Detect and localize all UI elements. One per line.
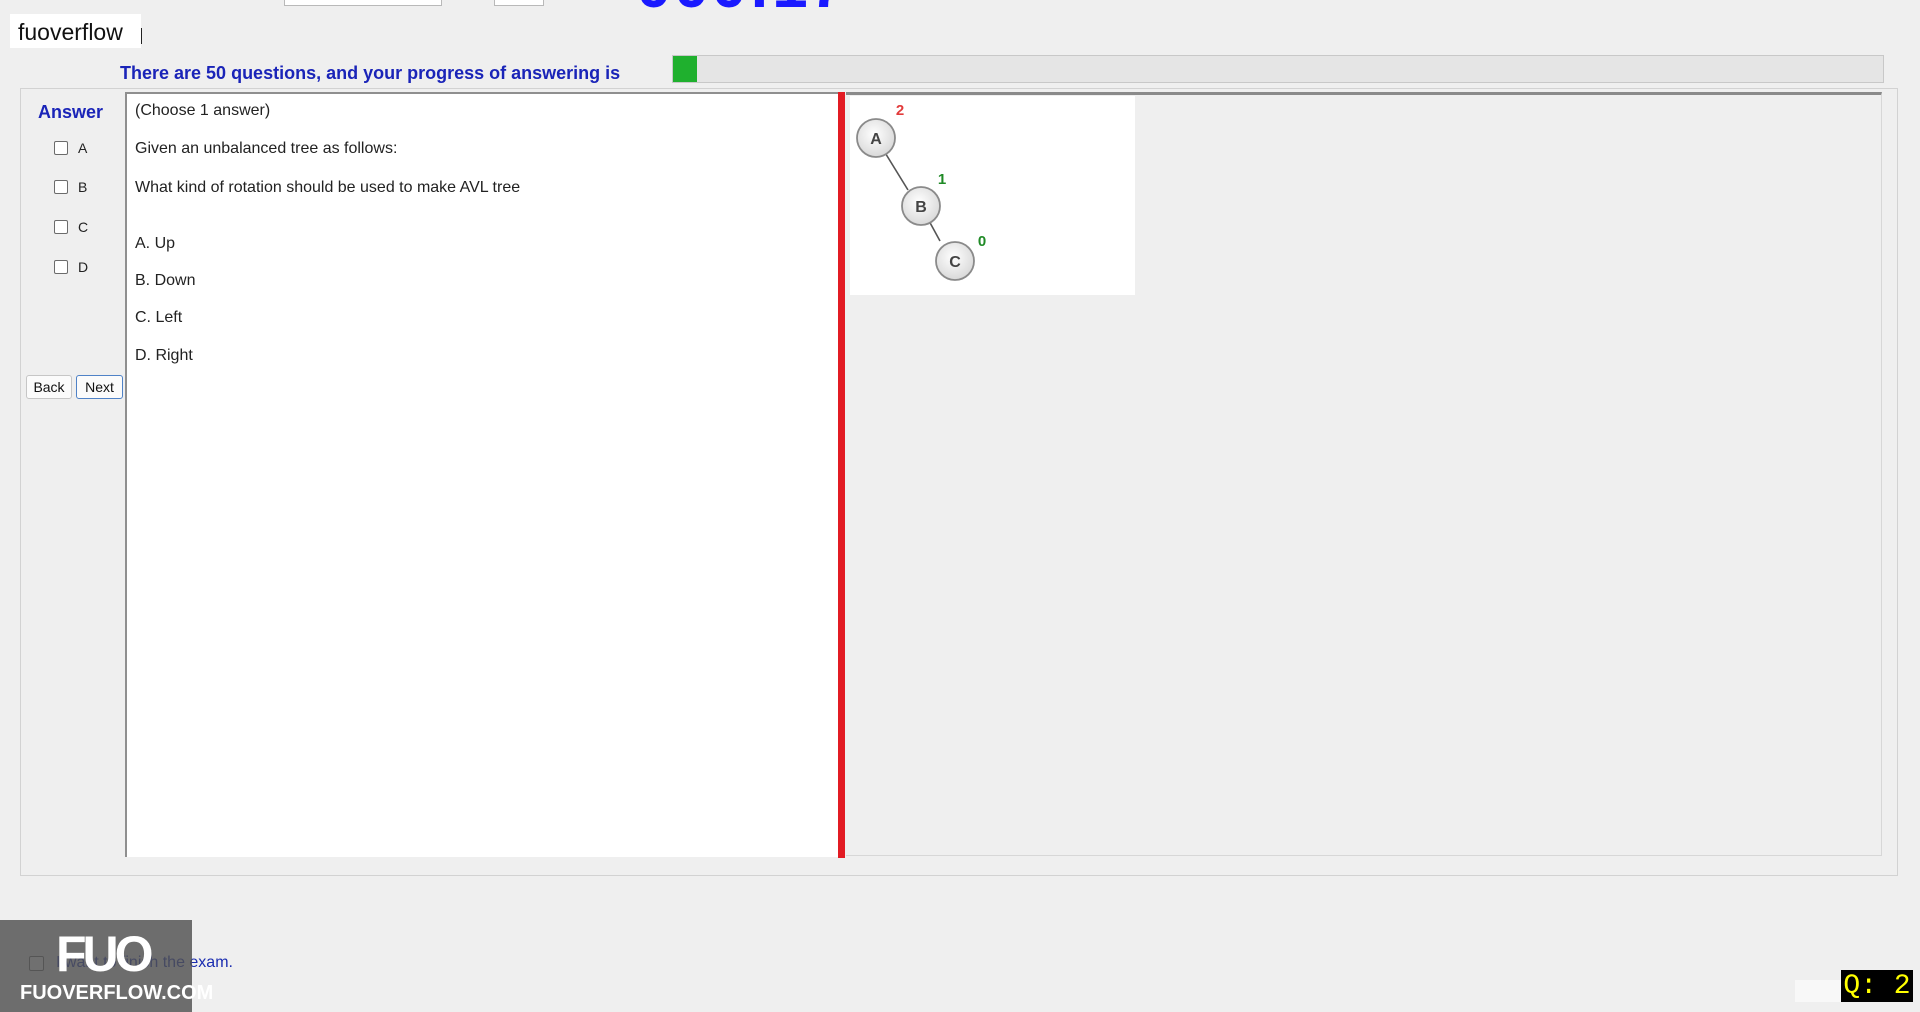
progress-bar xyxy=(672,55,1884,83)
question-counter: Q: 2 xyxy=(1841,970,1913,1002)
answer-option-a[interactable]: A xyxy=(54,140,87,156)
answer-title: Answer xyxy=(38,102,104,122)
tree-node-a: A xyxy=(856,118,896,158)
answer-option-label: C xyxy=(78,219,89,235)
choice-b: B. Down xyxy=(135,272,196,289)
answer-checkbox-b[interactable] xyxy=(54,180,68,194)
question-panel xyxy=(125,92,841,857)
tree-svg: A 2 B 1 C 0 xyxy=(856,102,986,281)
answer-checkbox-d[interactable] xyxy=(54,260,68,274)
answer-option-label: B xyxy=(78,179,88,195)
tree-node-label: C xyxy=(949,254,961,271)
choice-c: C. Left xyxy=(135,309,183,326)
brand-label: fuoverflow xyxy=(18,19,123,45)
balance-factor-a: 2 xyxy=(896,102,904,119)
answer-checkbox-a[interactable] xyxy=(54,141,68,155)
question-text: Given an unbalanced tree as follows: xyxy=(135,140,398,157)
answer-option-label: D xyxy=(78,259,89,275)
watermark-site: FUOVERFLOW.COM xyxy=(20,982,214,1004)
tree-node-label: A xyxy=(870,131,882,148)
text-caret xyxy=(141,28,142,44)
question-text: What kind of rotation should be used to … xyxy=(135,179,521,196)
back-button[interactable]: Back xyxy=(26,375,72,399)
progress-label: There are 50 questions, and your progres… xyxy=(120,63,621,83)
top-input-field[interactable] xyxy=(284,0,442,6)
choice-a: A. Up xyxy=(135,235,176,252)
progress-bar-fill xyxy=(673,56,697,82)
exam-timer: 000:17 xyxy=(636,0,847,22)
tree-node-b: B xyxy=(901,186,941,226)
question-instruction: (Choose 1 answer) xyxy=(135,102,271,119)
choice-d: D. Right xyxy=(135,347,193,364)
balance-factor-c: 0 xyxy=(978,233,986,250)
balance-factor-b: 1 xyxy=(938,171,946,188)
answer-option-b[interactable]: B xyxy=(54,179,87,195)
answer-checkbox-c[interactable] xyxy=(54,220,68,234)
answer-option-label: A xyxy=(78,140,88,156)
top-small-field[interactable] xyxy=(494,0,544,6)
next-button[interactable]: Next xyxy=(76,375,123,399)
watermark-logo-text: FUO xyxy=(56,926,154,982)
panel-splitter[interactable] xyxy=(838,92,845,858)
answer-option-c[interactable]: C xyxy=(54,219,88,235)
tree-diagram: A 2 B 1 C 0 xyxy=(850,96,1135,295)
tree-node-c: C xyxy=(935,241,975,281)
tree-node-label: B xyxy=(915,199,927,216)
answer-option-d[interactable]: D xyxy=(54,259,88,275)
